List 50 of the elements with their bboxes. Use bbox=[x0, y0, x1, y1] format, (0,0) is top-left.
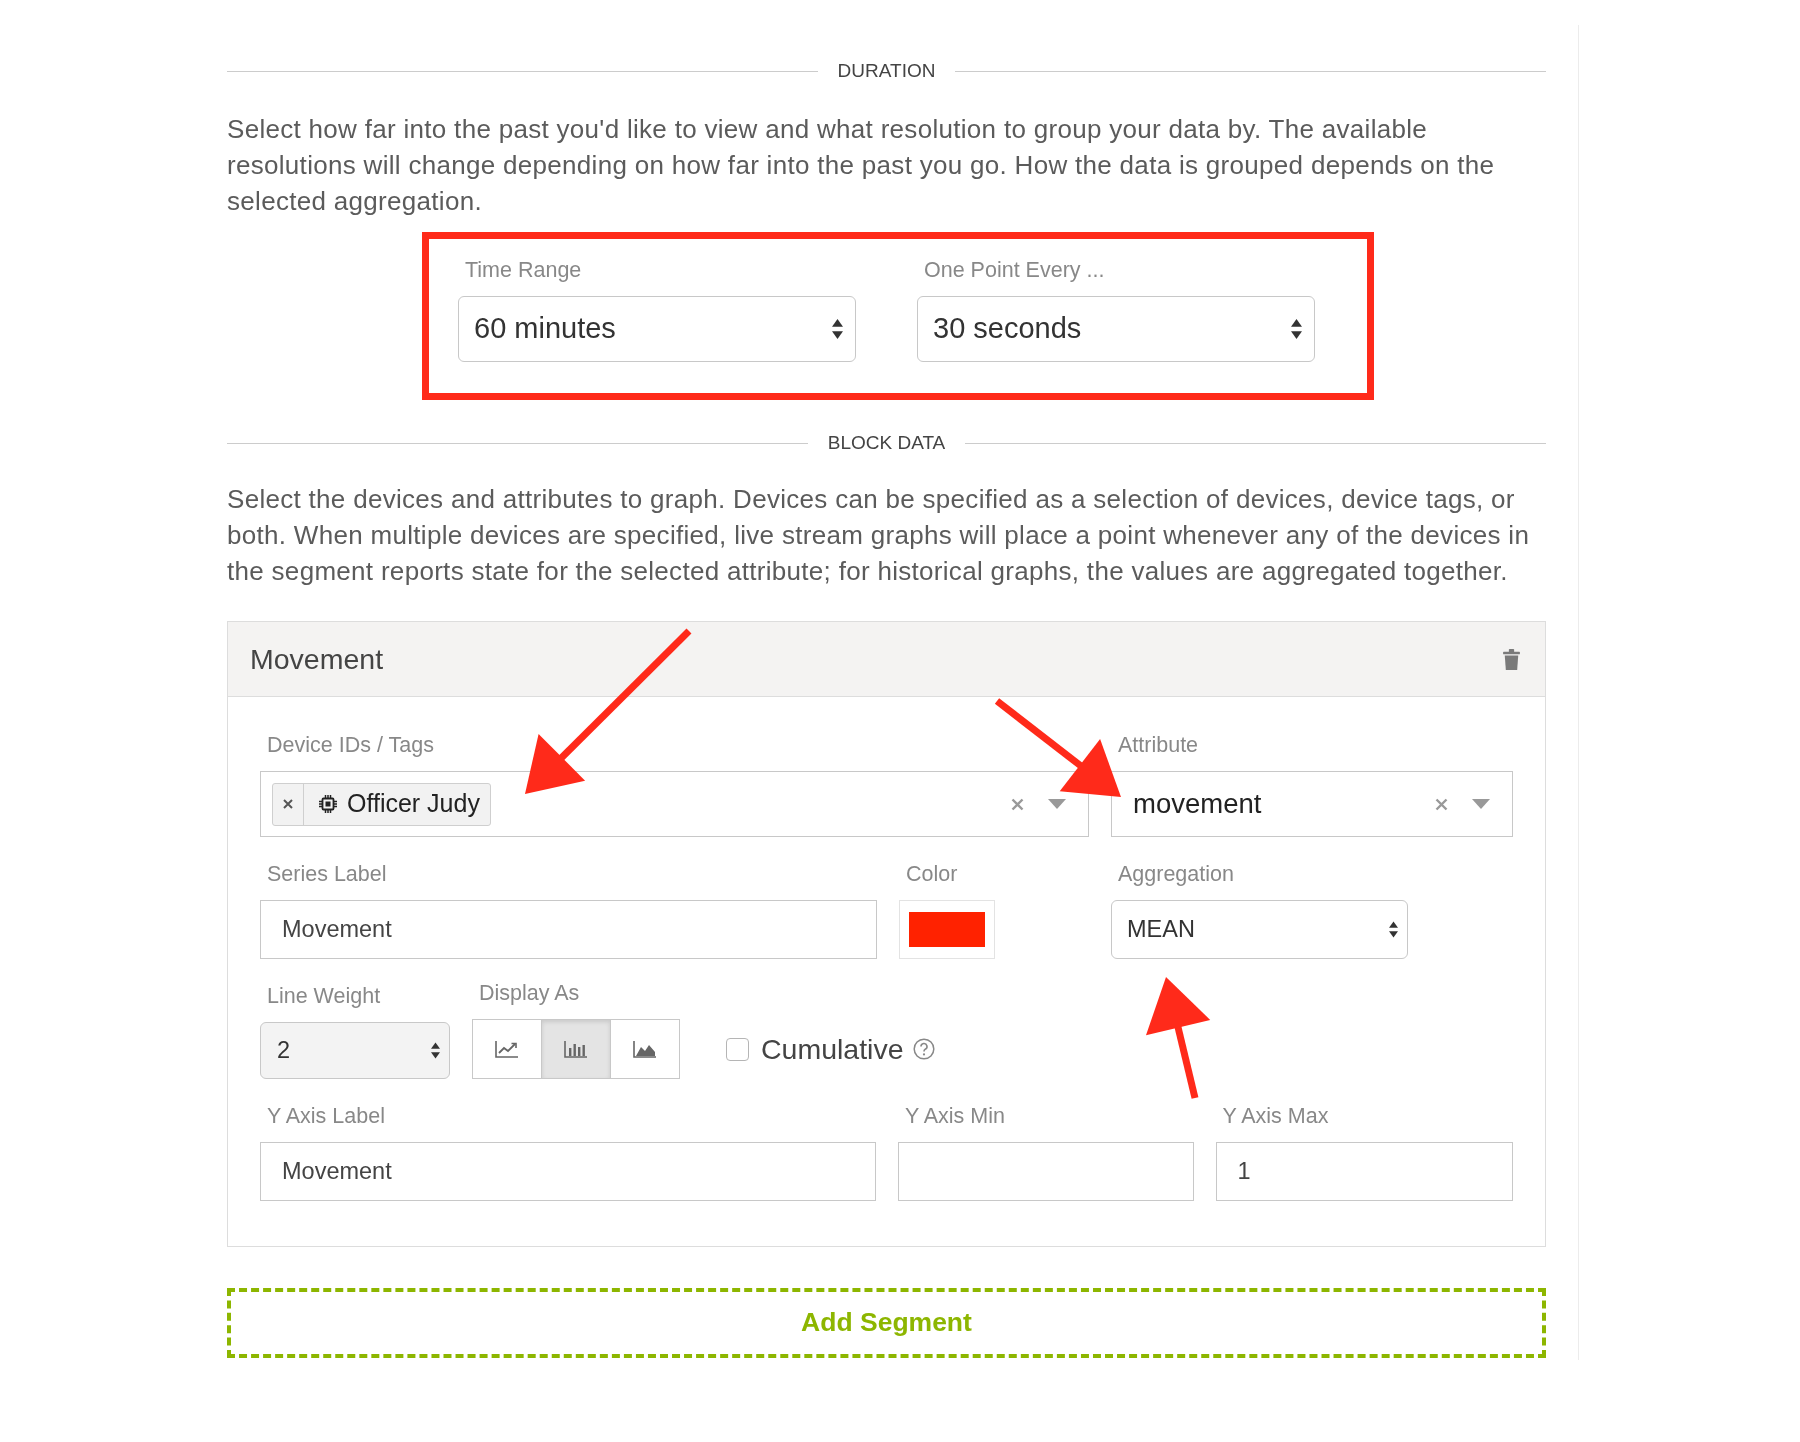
help-icon[interactable] bbox=[912, 1038, 935, 1060]
device-tags-field[interactable]: Officer Judy bbox=[260, 771, 1089, 837]
field-label: Display As bbox=[478, 981, 581, 1005]
y-axis-label-input[interactable]: Movement bbox=[260, 1142, 876, 1201]
line-chart-icon bbox=[495, 1040, 519, 1058]
field-label: Time Range bbox=[464, 258, 583, 282]
section-description: Select how far into the past you'd like to view and what resolution to group your data by. The available resolutions will change depending on how far into the past you go. How the data is grouped depends on the selected aggregation. bbox=[227, 113, 1496, 218]
updown-caret-icon bbox=[832, 318, 843, 340]
color-picker-button[interactable] bbox=[899, 900, 995, 959]
bar-chart-icon bbox=[564, 1040, 588, 1058]
cumulative-checkbox[interactable] bbox=[726, 1037, 749, 1061]
close-icon bbox=[283, 799, 293, 809]
display-mode-button[interactable] bbox=[610, 1019, 680, 1079]
field-label: Line Weight bbox=[266, 984, 382, 1008]
y-axis-max-input[interactable]: 1 bbox=[1215, 1142, 1513, 1201]
y-axis-min-input[interactable] bbox=[898, 1142, 1194, 1201]
field-label: Y Axis Label bbox=[266, 1104, 386, 1128]
display-mode-button[interactable] bbox=[541, 1019, 611, 1079]
trash-icon[interactable] bbox=[1503, 648, 1520, 670]
caret-down-icon[interactable] bbox=[1472, 799, 1490, 809]
time-range-select[interactable]: 60 minutes bbox=[458, 296, 856, 362]
field-label: Aggregation bbox=[1117, 862, 1235, 886]
line-weight-select[interactable]: 2 bbox=[260, 1022, 450, 1079]
panel-title: Movement bbox=[250, 641, 384, 677]
field-label: Attribute bbox=[1117, 733, 1200, 757]
microchip-icon bbox=[318, 794, 338, 814]
caret-down-icon[interactable] bbox=[1048, 799, 1066, 809]
device-tag[interactable]: Officer Judy bbox=[272, 782, 491, 826]
clear-icon[interactable] bbox=[1011, 797, 1024, 811]
aggregation-select[interactable]: MEAN bbox=[1111, 900, 1408, 959]
tag-label: Officer Judy bbox=[346, 788, 481, 820]
field-label: Series Label bbox=[266, 862, 388, 886]
attribute-select[interactable]: movement bbox=[1111, 771, 1513, 837]
field-label: Device IDs / Tags bbox=[266, 733, 435, 757]
clear-icon[interactable] bbox=[1435, 797, 1448, 811]
field-label: Y Axis Min bbox=[904, 1104, 1006, 1128]
section-heading: DURATION bbox=[837, 59, 936, 83]
section-heading: BLOCK DATA bbox=[827, 431, 946, 455]
field-label: Y Axis Max bbox=[1221, 1104, 1330, 1128]
resolution-select[interactable]: 30 seconds bbox=[917, 296, 1315, 362]
display-mode-button[interactable] bbox=[472, 1019, 542, 1079]
field-label: One Point Every ... bbox=[923, 258, 1106, 282]
updown-caret-icon bbox=[431, 1042, 440, 1059]
section-description: Select the devices and attributes to graph. Devices can be specified as a selection of devices, device tags, or both. When multiple devices are specified, live stream graphs will place a point whenever any of the devices in the segment reports state for the selected attribute; for historical graphs, the values are aggregated together. bbox=[227, 483, 1531, 588]
checkbox-label[interactable]: Cumulative bbox=[761, 1027, 904, 1071]
field-label: Color bbox=[905, 862, 959, 886]
area-chart-icon bbox=[633, 1040, 657, 1058]
updown-caret-icon bbox=[1389, 921, 1398, 938]
series-label-input[interactable]: Movement bbox=[260, 900, 877, 959]
updown-caret-icon bbox=[1291, 318, 1302, 340]
